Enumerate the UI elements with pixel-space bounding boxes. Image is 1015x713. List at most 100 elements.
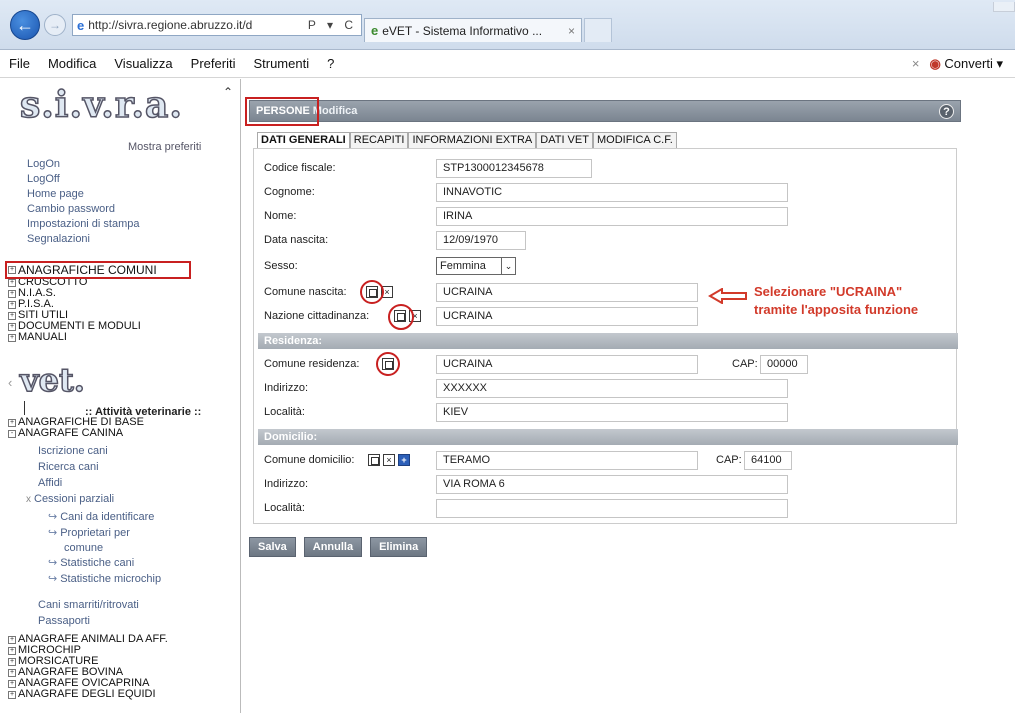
- tab-dati-vet[interactable]: DATI VET: [536, 132, 593, 148]
- menu-modifica[interactable]: Modifica: [39, 56, 105, 71]
- ie-page-icon: e: [77, 17, 85, 33]
- cap-residenza-input[interactable]: 00000: [760, 355, 808, 374]
- sidebar-item-cessioni[interactable]: x Cessioni parziali: [26, 491, 238, 507]
- annulla-button[interactable]: Annulla: [303, 537, 363, 557]
- nome-input[interactable]: IRINA: [436, 207, 788, 226]
- sidebar-item-home[interactable]: Home page: [27, 187, 227, 202]
- sidebar-item-segnalazioni[interactable]: Segnalazioni: [27, 232, 227, 247]
- address-bar[interactable]: e http://sivra.regione.abruzzo.it/d Ρ ▾ …: [72, 14, 362, 36]
- indirizzo-domicilio-input[interactable]: VIA ROMA 6: [436, 475, 788, 494]
- menu-visualizza[interactable]: Visualizza: [105, 56, 181, 71]
- browser-tab[interactable]: e eVET - Sistema Informativo ... ×: [364, 18, 582, 42]
- row-data-nascita: Data nascita: 12/09/1970: [264, 231, 954, 251]
- highlight-circle: [376, 352, 400, 376]
- expand-icon: +: [8, 690, 16, 699]
- annotation-line2: tramite l'apposita funzione: [754, 302, 919, 317]
- sidebar-item-proprietari[interactable]: ↪ Proprietari per: [36, 525, 236, 541]
- section-residenza: Residenza:: [258, 333, 958, 349]
- sidebar-item-cani-identificare[interactable]: ↪ Cani da identificare: [36, 509, 236, 525]
- help-icon[interactable]: ?: [939, 104, 954, 119]
- screenshot-root: ← → e http://sivra.regione.abruzzo.it/d …: [0, 0, 1015, 713]
- tab-close-icon[interactable]: ×: [568, 24, 581, 38]
- sidebar-item-smarriti[interactable]: Cani smarriti/ritrovati: [38, 597, 238, 613]
- expand-icon: +: [8, 657, 16, 666]
- codice-fiscale-input[interactable]: STP1300012345678: [436, 159, 592, 178]
- close-icon[interactable]: ×: [912, 56, 920, 71]
- mostra-preferiti-link[interactable]: Mostra preferiti: [128, 141, 201, 153]
- menu-preferiti[interactable]: Preferiti: [182, 56, 245, 71]
- search-refresh-icons[interactable]: Ρ ▾ C: [304, 18, 361, 32]
- forward-button[interactable]: →: [44, 14, 66, 36]
- converti-button[interactable]: ◉ Converti ▾: [929, 56, 1003, 72]
- comune-residenza-input[interactable]: UCRAINA: [436, 355, 698, 374]
- tab-title: eVET - Sistema Informativo ...: [382, 23, 543, 38]
- menu-strumenti[interactable]: Strumenti: [244, 56, 318, 71]
- tab-recapiti[interactable]: RECAPITI: [349, 132, 409, 148]
- data-nascita-input[interactable]: 12/09/1970: [436, 231, 526, 250]
- tab-modifica-cf[interactable]: MODIFICA C.F.: [592, 132, 677, 148]
- scroll-up-icon[interactable]: ⌃: [223, 85, 237, 99]
- localita-residenza-input[interactable]: KIEV: [436, 403, 788, 422]
- collapse-icon[interactable]: ‹: [8, 375, 12, 390]
- sidebar-item-cambio-password[interactable]: Cambio password: [27, 202, 227, 217]
- expand-icon: +: [8, 679, 16, 688]
- field-label: CAP:: [732, 358, 758, 370]
- field-label: Indirizzo:: [264, 382, 309, 394]
- menu-help[interactable]: ?: [318, 56, 343, 71]
- close-icon: ×: [384, 287, 390, 297]
- field-label: Nazione cittadinanza:: [264, 310, 370, 322]
- new-tab-button[interactable]: [584, 18, 612, 42]
- comune-nascita-input[interactable]: UCRAINA: [436, 283, 698, 302]
- sidebar-item-logon[interactable]: LogOn: [27, 157, 227, 172]
- arrow-right-icon: ↪: [48, 527, 58, 539]
- window-control[interactable]: [993, 2, 1015, 12]
- sidebar-item-label: Cessioni parziali: [34, 493, 115, 505]
- row-comune-domicilio: Comune domicilio: × + TERAMO CAP: 64100: [264, 451, 954, 471]
- menu-file[interactable]: File: [0, 56, 39, 71]
- expand-icon: +: [8, 278, 16, 287]
- tree-node[interactable]: - ANAGRAFE CANINA: [8, 428, 238, 439]
- field-label: Codice fiscale:: [264, 162, 336, 174]
- cap-domicilio-input[interactable]: 64100: [744, 451, 792, 470]
- row-codice-fiscale: Codice fiscale: STP1300012345678: [264, 159, 954, 179]
- select-domicilio-button[interactable]: [368, 454, 380, 466]
- row-indirizzo-domicilio: Indirizzo: VIA ROMA 6: [264, 475, 954, 495]
- sidebar-item-logoff[interactable]: LogOff: [27, 172, 227, 187]
- collapse-icon: x: [26, 494, 31, 505]
- field-label: Sesso:: [264, 260, 298, 272]
- tab-dati-generali[interactable]: DATI GENERALI: [257, 132, 350, 148]
- tab-informazioni-extra[interactable]: INFORMAZIONI EXTRA: [408, 132, 537, 148]
- sidebar-item-impostazioni-stampa[interactable]: Impostazioni di stampa: [27, 217, 227, 232]
- nazione-cittadinanza-input[interactable]: UCRAINA: [436, 307, 698, 326]
- sidebar-item-comune[interactable]: comune: [36, 541, 236, 555]
- expand-icon: +: [8, 646, 16, 655]
- sesso-select[interactable]: Femmina ⌄: [436, 257, 516, 275]
- indirizzo-residenza-input[interactable]: XXXXXX: [436, 379, 788, 398]
- row-comune-residenza: Comune residenza: UCRAINA CAP: 00000: [264, 352, 954, 376]
- clear-domicilio-button[interactable]: ×: [383, 454, 395, 466]
- canina-links: Iscrizione cani Ricerca cani Affidi x Ces…: [26, 443, 238, 507]
- section-domicilio: Domicilio:: [258, 429, 958, 445]
- cursor-line: [24, 401, 25, 415]
- sidebar-item-statistiche-microchip[interactable]: ↪ Statistiche microchip: [36, 571, 236, 587]
- elimina-button[interactable]: Elimina: [370, 537, 428, 557]
- add-domicilio-button[interactable]: +: [398, 454, 410, 466]
- sidebar-item-affidi[interactable]: Affidi: [38, 475, 238, 491]
- cognome-input[interactable]: INNAVOTIC: [436, 183, 788, 202]
- collapse-icon: -: [8, 429, 16, 438]
- sidebar-item-statistiche-cani[interactable]: ↪ Statistiche cani: [36, 555, 236, 571]
- back-button[interactable]: ←: [10, 10, 40, 40]
- form-tabs: DATI GENERALI RECAPITI INFORMAZIONI EXTR…: [257, 132, 677, 148]
- converti-label: Converti: [944, 55, 993, 71]
- tree-node[interactable]: + MANUALI: [8, 332, 238, 343]
- sidebar-item-iscrizione[interactable]: Iscrizione cani: [38, 443, 238, 459]
- comune-domicilio-input[interactable]: TERAMO: [436, 451, 698, 470]
- sidebar-tree-bottom: + ANAGRAFE ANIMALI DA AFF. + MICROCHIP + MO…: [8, 634, 238, 700]
- salva-button[interactable]: Salva: [249, 537, 296, 557]
- highlight-circle: [388, 304, 414, 330]
- tree-node[interactable]: + ANAGRAFE DEGLI EQUIDI: [8, 689, 238, 700]
- localita-domicilio-input[interactable]: [436, 499, 788, 518]
- row-localita-residenza: Località: KIEV: [264, 403, 954, 423]
- sidebar-item-passaporti[interactable]: Passaporti: [38, 613, 238, 629]
- sidebar-item-ricerca[interactable]: Ricerca cani: [38, 459, 238, 475]
